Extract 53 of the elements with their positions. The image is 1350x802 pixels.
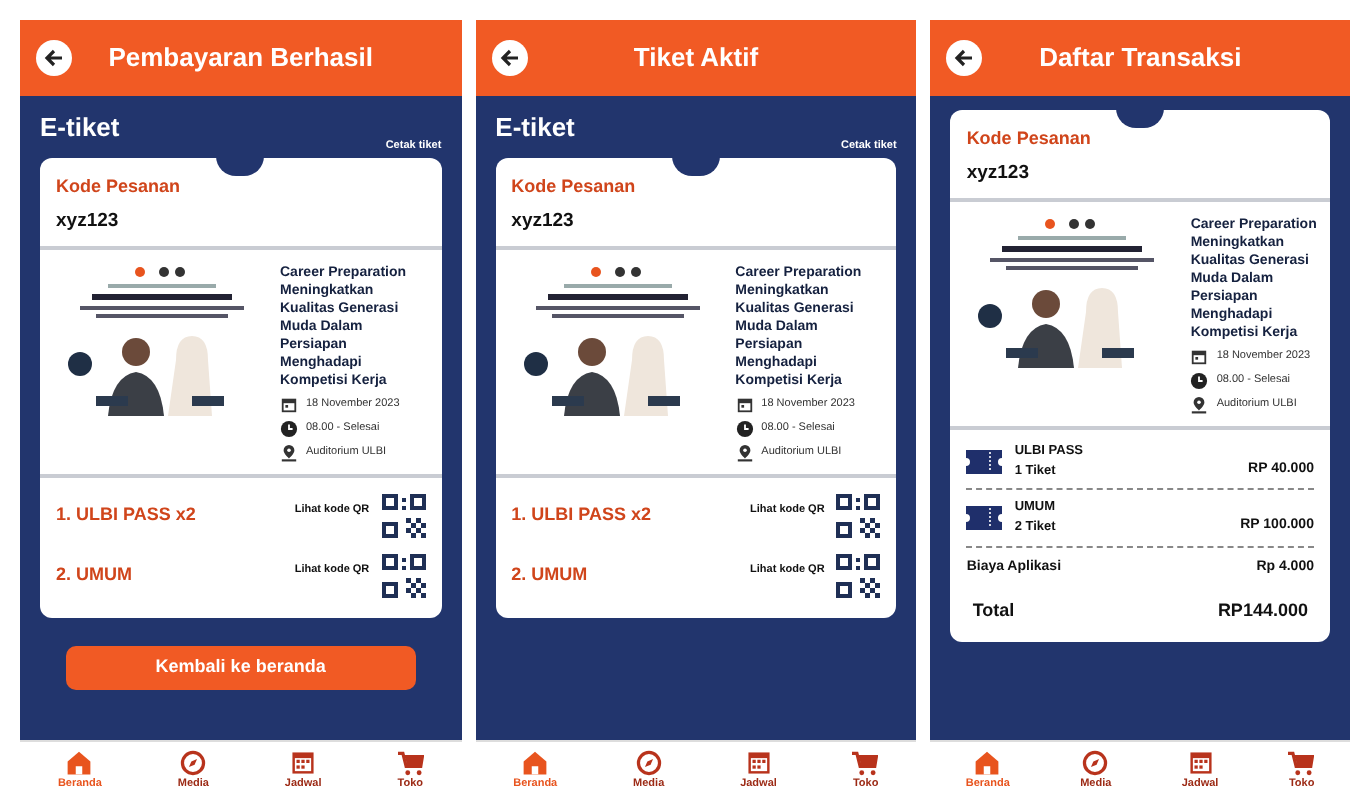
back-button[interactable] <box>36 40 72 76</box>
calendar-icon <box>745 750 772 777</box>
order-code: xyz123 <box>54 207 121 236</box>
home-icon <box>974 750 1001 777</box>
cart-icon <box>852 750 879 777</box>
ticket-icon <box>966 449 1003 473</box>
screen-title: Pembayaran Berhasil <box>106 40 375 77</box>
section-heading: E-tiket <box>495 112 575 142</box>
total-label: Total <box>972 598 1015 625</box>
clock-icon <box>280 420 298 438</box>
compass-icon <box>635 750 662 777</box>
home-icon <box>522 750 549 777</box>
order-code: xyz123 <box>509 207 576 236</box>
clock-icon <box>735 420 754 438</box>
screen-title: Tiket Aktif <box>631 40 761 77</box>
cart-icon <box>397 750 424 777</box>
clock-icon <box>1190 371 1209 390</box>
calendar-icon <box>280 396 298 414</box>
cart-icon <box>1288 750 1315 777</box>
location-pin-icon <box>735 444 754 462</box>
calendar-icon <box>290 750 317 777</box>
back-button[interactable] <box>491 40 528 76</box>
ticket-label: 1. ULBI PASS x2 <box>56 502 198 528</box>
ticket-label: 2. UMUM <box>56 562 134 588</box>
back-button[interactable] <box>946 40 983 76</box>
section-heading: E-tiket <box>40 112 120 142</box>
compass-icon <box>180 750 207 777</box>
screen-title: Daftar Transaksi <box>1037 40 1244 77</box>
ticket-label: 1. ULBI PASS x2 <box>511 502 654 528</box>
home-icon <box>66 750 93 777</box>
calendar-icon <box>1187 750 1214 777</box>
qr-code-icon <box>381 494 426 538</box>
qr-code-icon <box>836 554 881 598</box>
order-code-label: Kode Pesanan <box>54 174 183 201</box>
back-arrow-icon <box>44 48 64 68</box>
qr-code-icon <box>836 494 881 538</box>
back-arrow-icon <box>954 48 975 68</box>
card-notch <box>216 156 265 177</box>
location-pin-icon <box>280 444 298 462</box>
order-code-label: Kode Pesanan <box>964 126 1093 152</box>
card-notch <box>671 156 720 177</box>
compass-icon <box>1082 750 1109 777</box>
back-arrow-icon <box>499 48 520 68</box>
card-notch <box>1116 108 1165 128</box>
ticket-icon <box>966 506 1003 530</box>
order-code-label: Kode Pesanan <box>509 174 638 201</box>
ticket-label: 2. UMUM <box>511 562 590 588</box>
location-pin-icon <box>1190 395 1209 414</box>
qr-code-icon <box>381 554 426 598</box>
calendar-icon <box>1190 347 1209 366</box>
total-value: RP144.000 <box>1217 598 1308 625</box>
calendar-icon <box>735 396 754 414</box>
order-code: xyz123 <box>964 159 1031 187</box>
